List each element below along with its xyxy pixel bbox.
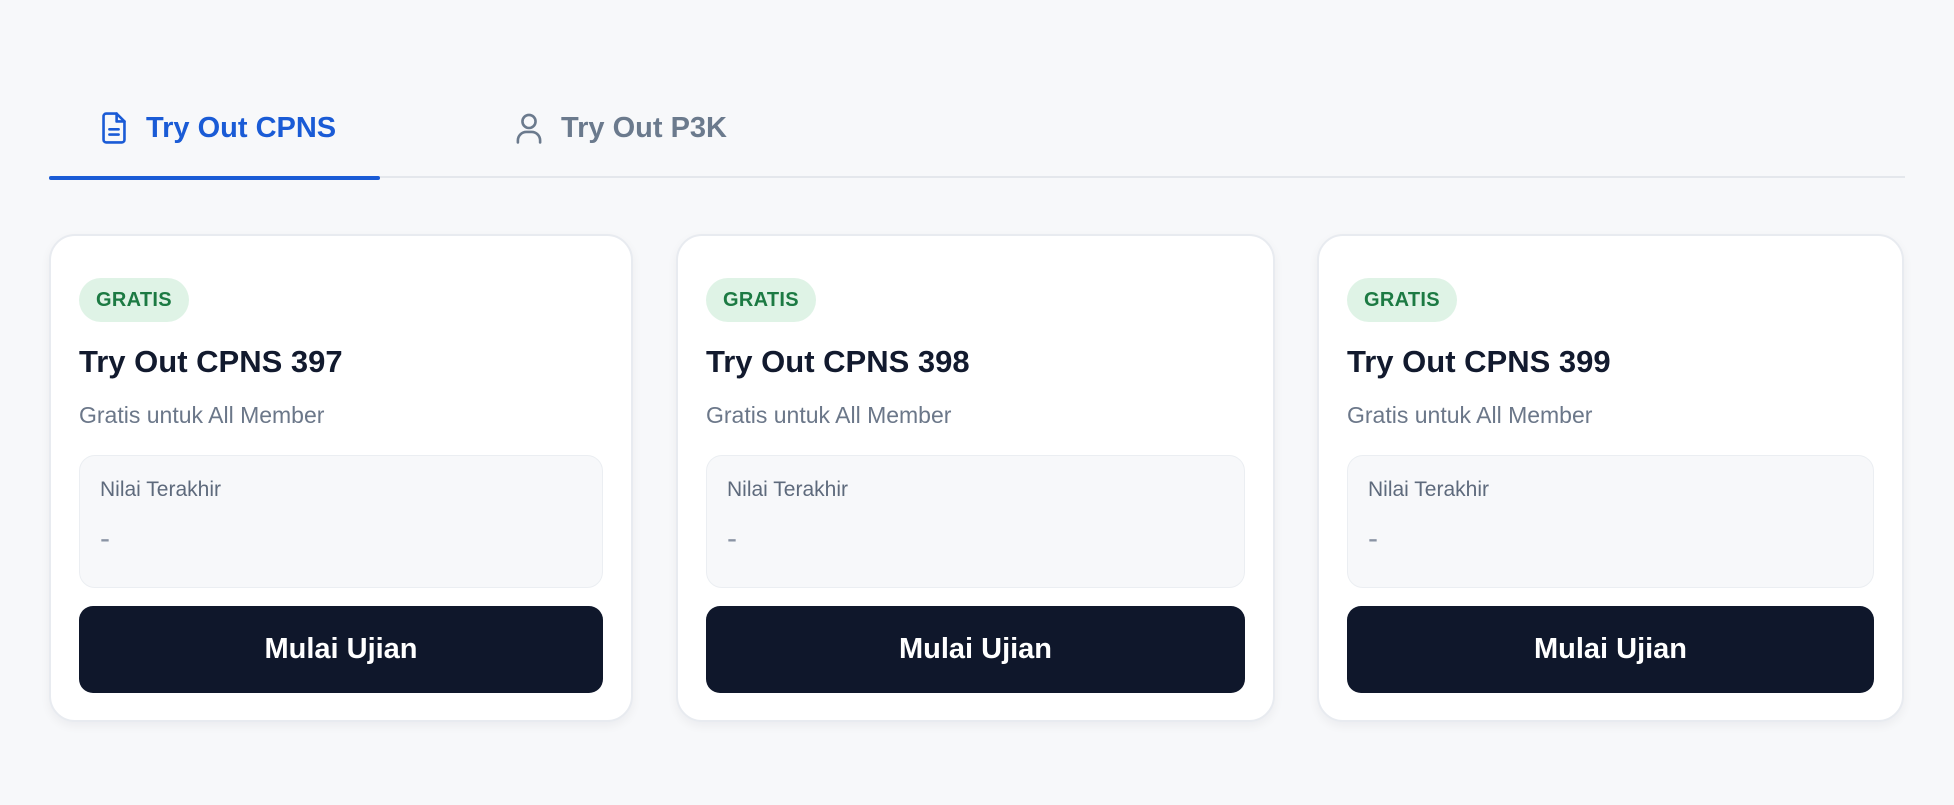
page: Try Out CPNS Try Out P3K GRATIS Try Out … [0,0,1954,805]
free-badge: GRATIS [79,278,189,322]
user-icon [513,111,545,145]
start-exam-button[interactable]: Mulai Ujian [706,606,1245,693]
tryout-card: GRATIS Try Out CPNS 399 Gratis untuk All… [1317,234,1904,722]
tab-label: Try Out P3K [561,111,727,144]
last-score-label: Nilai Terakhir [727,478,848,501]
tab-label: Try Out CPNS [146,111,337,144]
last-score-box: Nilai Terakhir - [706,455,1245,588]
card-subtitle: Gratis untuk All Member [79,402,325,428]
tab-bar: Try Out CPNS Try Out P3K [49,78,1905,180]
tryout-card: GRATIS Try Out CPNS 397 Gratis untuk All… [49,234,633,722]
card-title: Try Out CPNS 398 [706,344,970,379]
free-badge: GRATIS [1347,278,1457,322]
tab-try-out-cpns[interactable]: Try Out CPNS [49,78,380,180]
card-title: Try Out CPNS 397 [79,344,343,379]
last-score-value: - [100,522,110,555]
tab-try-out-p3k[interactable]: Try Out P3K [464,78,727,178]
card-subtitle: Gratis untuk All Member [706,402,952,428]
last-score-box: Nilai Terakhir - [79,455,603,588]
last-score-value: - [1368,522,1378,555]
last-score-label: Nilai Terakhir [1368,478,1489,501]
card-title: Try Out CPNS 399 [1347,344,1611,379]
start-exam-button[interactable]: Mulai Ujian [79,606,603,693]
document-icon [98,111,130,145]
tryout-card: GRATIS Try Out CPNS 398 Gratis untuk All… [676,234,1275,722]
start-exam-button[interactable]: Mulai Ujian [1347,606,1874,693]
last-score-value: - [727,522,737,555]
last-score-box: Nilai Terakhir - [1347,455,1874,588]
free-badge: GRATIS [706,278,816,322]
card-subtitle: Gratis untuk All Member [1347,402,1593,428]
last-score-label: Nilai Terakhir [100,478,221,501]
